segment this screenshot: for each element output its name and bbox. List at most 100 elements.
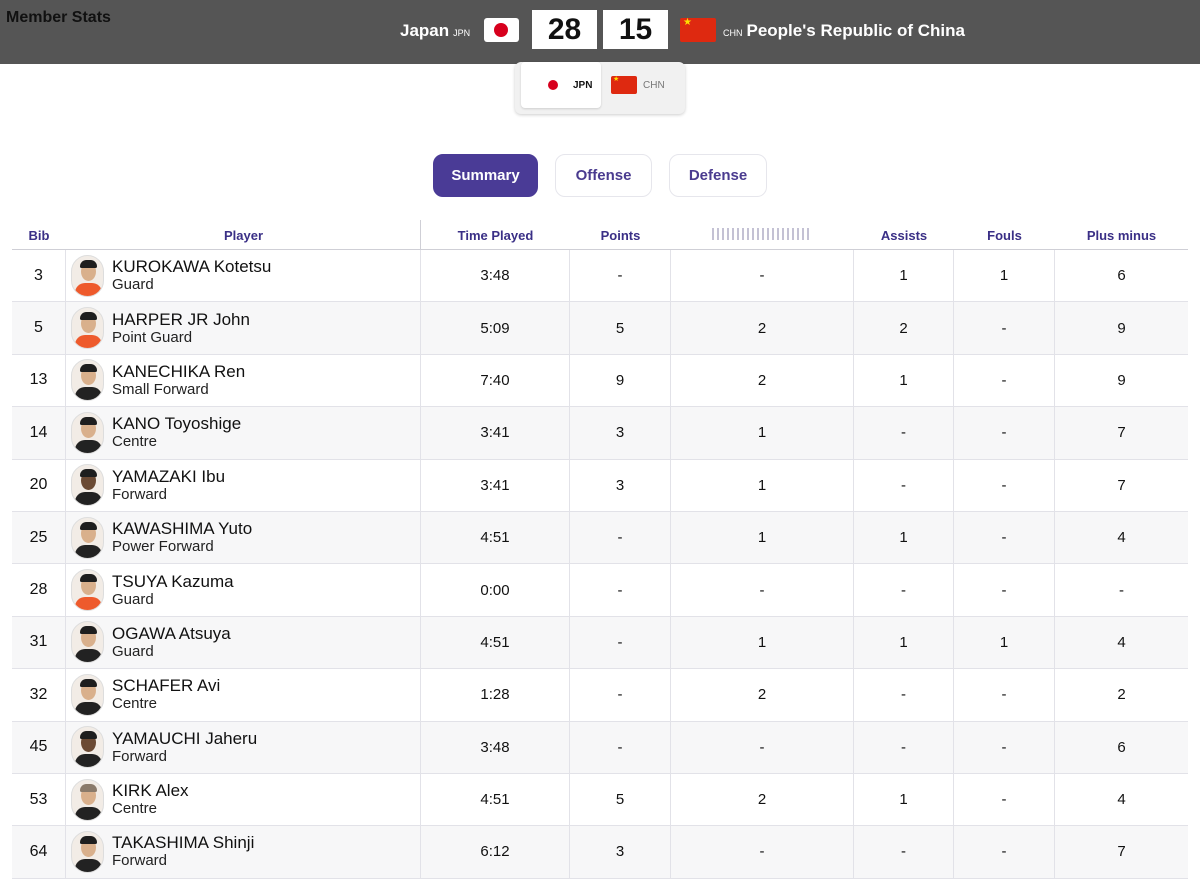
player-name[interactable]: TSUYA Kazuma bbox=[112, 572, 234, 591]
table-row[interactable]: 25 KAWASHIMA Yuto Power Forward 4:51-1 1-4 bbox=[12, 511, 1188, 565]
player-name[interactable]: KUROKAWA Kotetsu bbox=[112, 257, 271, 276]
away-team-code: CHN bbox=[723, 28, 743, 38]
japan-flag-icon bbox=[548, 80, 558, 90]
player-cell[interactable]: HARPER JR John Point Guard bbox=[66, 302, 421, 354]
player-name[interactable]: KAWASHIMA Yuto bbox=[112, 519, 252, 538]
points-cell: 3 bbox=[570, 407, 671, 459]
fouls-cell: 1 bbox=[954, 250, 1055, 302]
header-plus-minus[interactable]: Plus minus bbox=[1055, 228, 1188, 243]
plus-minus-cell: 9 bbox=[1117, 371, 1126, 389]
player-cell[interactable]: YAMAZAKI Ibu Forward bbox=[66, 459, 421, 511]
plus-minus-cell: 7 bbox=[1117, 843, 1126, 861]
points-cell: 9 bbox=[570, 354, 671, 407]
player-name[interactable]: TAKASHIMA Shinji bbox=[112, 833, 254, 852]
player-avatar bbox=[71, 673, 104, 716]
player-name[interactable]: KANECHIKA Ren bbox=[112, 362, 245, 381]
player-position: Centre bbox=[112, 695, 158, 713]
fouls-cell: - bbox=[954, 511, 1055, 564]
assists-cell: - bbox=[854, 721, 954, 773]
player-name[interactable]: OGAWA Atsuya bbox=[112, 624, 231, 643]
header-fouls[interactable]: Fouls bbox=[954, 228, 1055, 243]
tab-summary[interactable]: Summary bbox=[433, 154, 538, 197]
plus-minus-cell: 9 bbox=[1117, 319, 1126, 337]
table-row[interactable]: 13 KANECHIKA Ren Small Forward 7:40 9 2 1-9 bbox=[12, 354, 1188, 408]
plus-minus-cell: 7 bbox=[1117, 424, 1126, 442]
fouls-cell: - bbox=[954, 826, 1055, 878]
player-avatar bbox=[71, 254, 104, 297]
player-position: Point Guard bbox=[112, 328, 193, 346]
avatar-hair bbox=[80, 835, 97, 844]
member-stats-table: Bib Player Time Played Points Assists Fo… bbox=[12, 220, 1188, 879]
player-name[interactable]: SCHAFER Avi bbox=[112, 676, 220, 695]
player-info: KANECHIKA Ren Small Forward bbox=[112, 362, 245, 399]
page-title: Member Stats bbox=[6, 9, 111, 26]
bib-cell: 3 bbox=[12, 250, 66, 302]
fouls-cell: - bbox=[954, 302, 1055, 354]
player-avatar bbox=[71, 307, 104, 350]
player-cell[interactable]: KANO Toyoshige Centre bbox=[66, 407, 421, 459]
player-cell[interactable]: TSUYA Kazuma Guard bbox=[66, 564, 421, 616]
obscured-stat-cell: 1 bbox=[671, 511, 854, 564]
assists-cell: 1 bbox=[854, 616, 954, 669]
china-flag-icon bbox=[611, 75, 637, 94]
table-row[interactable]: 45 YAMAUCHI Jaheru Forward 3:48- - - -6 bbox=[12, 721, 1188, 774]
time-played-cell: 5:09 bbox=[421, 302, 570, 354]
obscured-stat-cell: 2 bbox=[671, 302, 854, 354]
time-played-cell: 4:51 bbox=[421, 511, 570, 564]
fouls-cell: 1 bbox=[954, 616, 1055, 669]
home-score: 28 bbox=[532, 10, 597, 49]
table-row[interactable]: 14 KANO Toyoshige Centre 3:41 3 1- -7 bbox=[12, 407, 1188, 460]
table-row[interactable]: 64 TAKASHIMA Shinji Forward 6:12 3- - -7 bbox=[12, 826, 1188, 879]
player-cell[interactable]: KUROKAWA Kotetsu Guard bbox=[66, 250, 421, 302]
fouls-cell: - bbox=[954, 564, 1055, 616]
header-time-played[interactable]: Time Played bbox=[421, 228, 570, 243]
obscured-stat-cell: 2 bbox=[671, 669, 854, 721]
table-row[interactable]: 5 HARPER JR John Point Guard 5:09 5 2 2-9 bbox=[12, 302, 1188, 355]
team-toggle-chn-label: CHN bbox=[643, 79, 665, 91]
plus-minus-cell: 2 bbox=[1117, 686, 1126, 704]
fouls-cell: - bbox=[954, 459, 1055, 511]
player-cell[interactable]: KIRK Alex Centre bbox=[66, 773, 421, 826]
player-cell[interactable]: KANECHIKA Ren Small Forward bbox=[66, 354, 421, 407]
away-score: 15 bbox=[603, 10, 668, 49]
team-toggle-jpn[interactable]: JPN bbox=[521, 62, 601, 108]
tab-defense[interactable]: Defense bbox=[669, 154, 767, 197]
player-info: YAMAUCHI Jaheru Forward bbox=[112, 729, 257, 766]
player-cell[interactable]: TAKASHIMA Shinji Forward bbox=[66, 826, 421, 878]
table-row[interactable]: 28 TSUYA Kazuma Guard 0:00- - - - - bbox=[12, 564, 1188, 617]
points-cell: - bbox=[570, 511, 671, 564]
player-name[interactable]: HARPER JR John bbox=[112, 310, 250, 329]
player-name[interactable]: YAMAZAKI Ibu bbox=[112, 467, 225, 486]
avatar-hair bbox=[80, 626, 97, 635]
tab-offense[interactable]: Offense bbox=[555, 154, 652, 197]
table-row[interactable]: 20 YAMAZAKI Ibu Forward 3:41 3 1- -7 bbox=[12, 459, 1188, 512]
player-name[interactable]: KANO Toyoshige bbox=[112, 414, 241, 433]
player-name[interactable]: KIRK Alex bbox=[112, 781, 189, 800]
header-player[interactable]: Player bbox=[66, 228, 421, 243]
player-cell[interactable]: YAMAUCHI Jaheru Forward bbox=[66, 721, 421, 773]
player-cell[interactable]: OGAWA Atsuya Guard bbox=[66, 616, 421, 669]
player-cell[interactable]: KAWASHIMA Yuto Power Forward bbox=[66, 511, 421, 564]
plus-minus-cell: 6 bbox=[1117, 738, 1126, 756]
table-row[interactable]: 53 KIRK Alex Centre 4:51 5 2 1- 4 bbox=[12, 773, 1188, 827]
player-info: KIRK Alex Centre bbox=[112, 781, 189, 818]
header-bib[interactable]: Bib bbox=[12, 228, 66, 243]
header-assists[interactable]: Assists bbox=[854, 228, 954, 243]
assists-cell: - bbox=[854, 407, 954, 459]
player-position: Centre bbox=[112, 800, 158, 818]
points-cell: 5 bbox=[570, 302, 671, 354]
plus-minus-cell: - bbox=[1119, 581, 1124, 599]
player-cell[interactable]: SCHAFER Avi Centre bbox=[66, 669, 421, 721]
table-row[interactable]: 32 SCHAFER Avi Centre 1:28-2- -2 bbox=[12, 669, 1188, 722]
header-points[interactable]: Points bbox=[570, 228, 671, 243]
china-flag-icon bbox=[680, 17, 716, 42]
japan-flag-icon bbox=[484, 18, 519, 42]
player-name[interactable]: YAMAUCHI Jaheru bbox=[112, 729, 257, 748]
avatar-body bbox=[75, 858, 102, 872]
table-row[interactable]: 3 KUROKAWA Kotetsu Guard 3:48- -1 1 6 bbox=[12, 250, 1188, 303]
time-played-cell: 3:41 bbox=[421, 459, 570, 511]
plus-minus-cell: 4 bbox=[1117, 529, 1126, 547]
team-toggle-chn[interactable]: CHN bbox=[611, 62, 681, 108]
table-row[interactable]: 31 OGAWA Atsuya Guard 4:51-1 1 1 4 bbox=[12, 616, 1188, 670]
plus-minus-cell: 4 bbox=[1117, 791, 1126, 809]
